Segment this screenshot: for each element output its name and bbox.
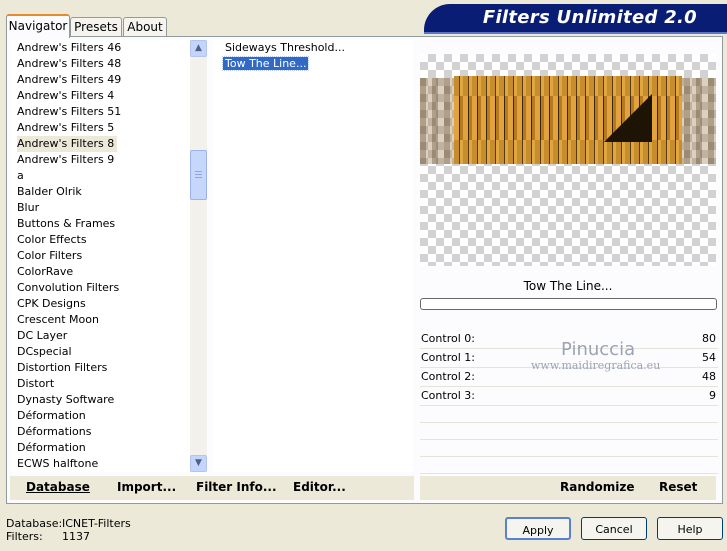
control-slot-empty — [420, 406, 718, 423]
filter-info-button[interactable]: Filter Info... — [196, 480, 277, 494]
list-item[interactable]: ECWS halftone — [10, 456, 190, 472]
cancel-button[interactable]: Cancel — [581, 517, 647, 540]
category-list[interactable]: Andrew's Filters 46 Andrew's Filters 48 … — [10, 40, 190, 472]
scroll-up-icon[interactable]: ▲ — [190, 40, 207, 57]
tab-presets[interactable]: Presets — [70, 17, 122, 36]
list-item[interactable]: Andrew's Filters 51 — [10, 104, 190, 120]
tab-about[interactable]: About — [123, 17, 167, 36]
filter-item-label: Sideways Threshold... — [225, 41, 345, 54]
list-item[interactable]: Balder Olrik — [10, 184, 190, 200]
control-slot-empty — [420, 440, 718, 457]
apply-button[interactable]: Apply — [505, 517, 571, 540]
filter-name: Tow The Line... — [523, 279, 613, 293]
reset-button[interactable]: Reset — [659, 480, 697, 494]
list-item[interactable]: Andrew's Filters 46 — [10, 40, 190, 56]
list-item[interactable]: Distortion Filters — [10, 360, 190, 376]
editor-button[interactable]: Editor... — [293, 480, 346, 494]
list-item[interactable]: Andrew's Filters 9 — [10, 152, 190, 168]
filter-item-selected[interactable]: Tow The Line... — [213, 56, 413, 72]
list-item[interactable]: DC Layer — [10, 328, 190, 344]
list-item[interactable]: Distort — [10, 376, 190, 392]
list-item[interactable]: Andrew's Filters 48 — [10, 56, 190, 72]
list-item[interactable]: DCspecial — [10, 344, 190, 360]
control-value: 48 — [702, 370, 716, 383]
scroll-thumb[interactable] — [190, 150, 207, 200]
navigator-button-bar: Database Import... Filter Info... Editor… — [10, 476, 414, 500]
list-item[interactable]: Buttons & Frames — [10, 216, 190, 232]
tab-bar: Navigator Presets About — [0, 0, 420, 38]
logo-banner: Filters Unlimited 2.0 — [424, 4, 727, 34]
filters-label: Filters: — [6, 530, 43, 543]
filter-item[interactable]: Sideways Threshold... — [213, 40, 413, 56]
list-item[interactable]: Blur — [10, 200, 190, 216]
control-slot-empty — [420, 423, 718, 440]
database-info: Database:ICNET-Filters Filters: 1137 — [6, 517, 131, 543]
preview-button-bar: Randomize Reset — [420, 476, 716, 500]
control-slot-empty — [420, 457, 718, 474]
logo-text: Filters Unlimited 2.0 — [482, 7, 697, 28]
watermark-site: www.maidiregrafica.eu — [531, 359, 661, 372]
list-item[interactable]: Crescent Moon — [10, 312, 190, 328]
list-item[interactable]: Déformation — [10, 408, 190, 424]
control-label: Control 3: — [421, 389, 475, 402]
preview-diagonal — [604, 94, 652, 142]
list-item[interactable]: Convolution Filters — [10, 280, 190, 296]
randomize-button[interactable]: Randomize — [560, 480, 634, 494]
scroll-down-icon[interactable]: ▼ — [190, 455, 207, 472]
list-item[interactable]: Déformations — [10, 424, 190, 440]
list-item[interactable]: Andrew's Filters 5 — [10, 120, 190, 136]
list-item-selected[interactable]: Andrew's Filters 8 — [17, 136, 118, 152]
database-button[interactable]: Database — [26, 480, 90, 494]
progress-bar — [420, 298, 717, 310]
list-item[interactable]: Color Effects — [10, 232, 190, 248]
control-label: Control 1: — [421, 351, 475, 364]
list-item[interactable]: ColorRave — [10, 264, 190, 280]
control-label: Control 0: — [421, 332, 475, 345]
database-label: Database: — [6, 517, 63, 530]
help-button[interactable]: Help — [657, 517, 723, 540]
list-item[interactable]: Andrew's Filters 49 — [10, 72, 190, 88]
category-scrollbar[interactable]: ▲ ▼ — [190, 40, 207, 472]
list-item[interactable]: Déformation — [10, 440, 190, 456]
filter-item-label: Tow The Line... — [221, 56, 310, 71]
list-item[interactable]: CPK Designs — [10, 296, 190, 312]
control-slider[interactable]: Control 3: 9 — [420, 387, 718, 406]
import-button[interactable]: Import... — [117, 480, 176, 494]
list-item[interactable]: Color Filters — [10, 248, 190, 264]
control-value: 80 — [702, 332, 716, 345]
filter-preview — [420, 54, 716, 266]
database-value: ICNET-Filters — [62, 517, 131, 530]
control-label: Control 2: — [421, 370, 475, 383]
filters-count: 1137 — [62, 530, 90, 543]
list-item[interactable]: Andrew's Filters 4 — [10, 88, 190, 104]
list-item[interactable]: a — [10, 168, 190, 184]
tab-navigator[interactable]: Navigator — [6, 14, 70, 38]
filter-list[interactable]: Sideways Threshold... Tow The Line... — [213, 40, 413, 472]
list-item[interactable]: Dynasty Software — [10, 392, 190, 408]
control-value: 9 — [709, 389, 716, 402]
control-value: 54 — [702, 351, 716, 364]
watermark-name: Pinuccia — [561, 339, 636, 360]
